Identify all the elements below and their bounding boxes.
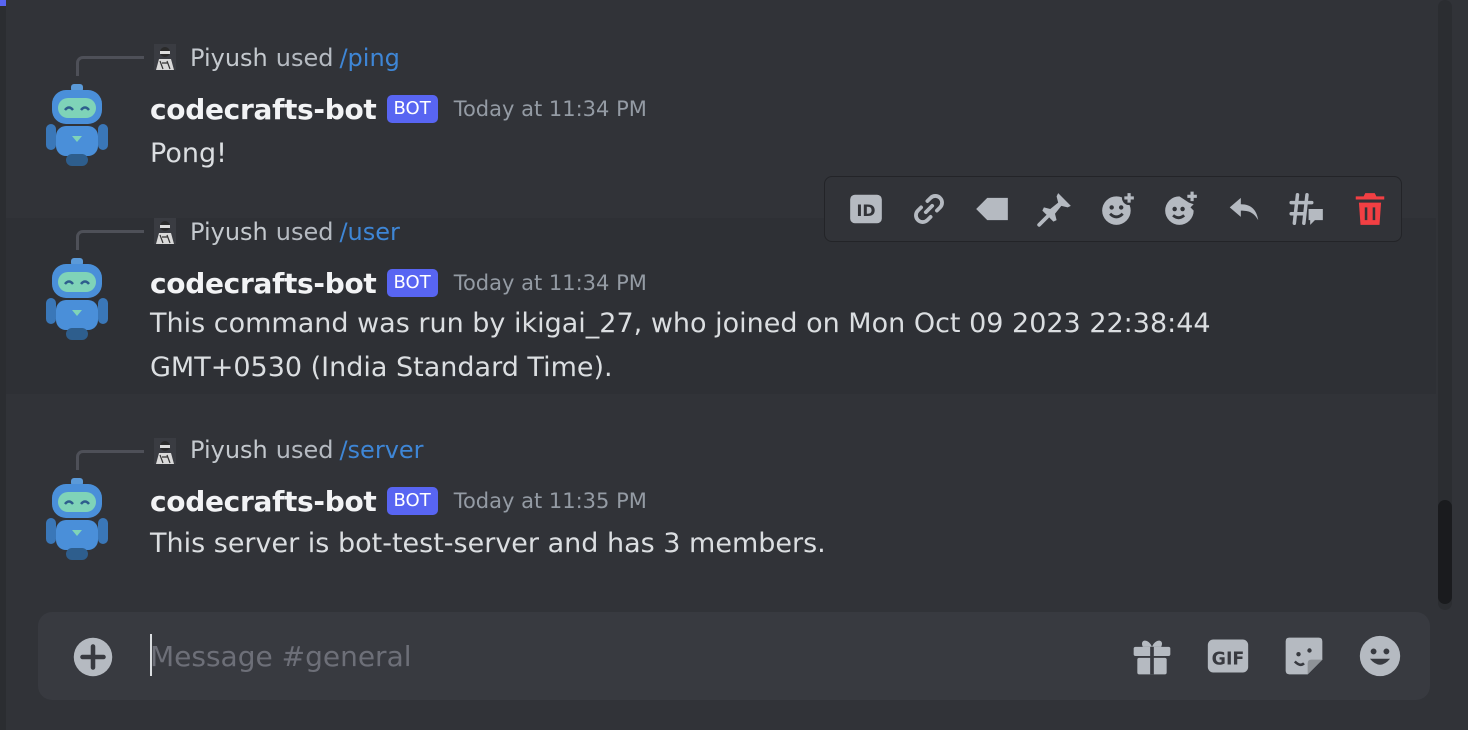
message-timestamp[interactable]: Today at 11:35 PM <box>454 489 647 513</box>
author-name[interactable]: codecrafts-bot <box>150 93 377 126</box>
reply-username[interactable]: Piyush <box>190 436 268 464</box>
slash-command[interactable]: /server <box>339 436 423 464</box>
message-timestamp[interactable]: Today at 11:34 PM <box>454 271 647 295</box>
message-composer: GIF <box>38 612 1430 700</box>
gift-icon <box>1133 640 1171 675</box>
message-item[interactable]: Piyush used/server codecrafts-bot BOT Tod… <box>6 394 1436 604</box>
user-avatar-icon[interactable] <box>154 218 176 244</box>
slash-command[interactable]: /user <box>339 218 399 246</box>
svg-text:GIF: GIF <box>1212 649 1245 669</box>
emoji-icon <box>1359 635 1401 677</box>
create-thread-button[interactable] <box>1275 177 1338 241</box>
message-timestamp[interactable]: Today at 11:34 PM <box>454 97 647 121</box>
message-action-bar: ID <box>824 176 1402 242</box>
mark-unread-icon <box>976 197 1009 221</box>
reply-verb: used <box>275 436 334 464</box>
bot-badge: BOT <box>386 269 438 297</box>
svg-text:ID: ID <box>857 201 876 220</box>
reply-spine <box>76 230 144 250</box>
reply-context[interactable]: Piyush used/server <box>190 434 424 466</box>
delete-message-button[interactable] <box>1338 177 1401 241</box>
message-content: This command was run by ikigai_27, who j… <box>150 308 1211 383</box>
bot-avatar-icon[interactable] <box>44 478 110 562</box>
bot-badge: BOT <box>386 95 438 123</box>
message-header: codecrafts-bot BOT Today at 11:34 PM <box>150 90 647 128</box>
reply-button[interactable] <box>1212 177 1275 241</box>
delete-icon <box>1355 193 1384 225</box>
mark-unread-button[interactable] <box>961 177 1024 241</box>
copy-id-button[interactable]: ID <box>835 177 898 241</box>
composer-tools: GIF <box>1100 632 1404 680</box>
reply-icon <box>1229 197 1259 221</box>
super-reaction-icon <box>1165 191 1197 225</box>
pin-icon <box>1037 193 1071 227</box>
copy-id-icon: ID <box>850 194 883 224</box>
bot-avatar-icon[interactable] <box>44 84 110 168</box>
copy-link-button[interactable] <box>898 177 961 241</box>
message-input[interactable] <box>150 632 1050 680</box>
message-item[interactable]: Piyush used/user codecrafts-bot BOT Today… <box>6 218 1436 394</box>
message-header: codecrafts-bot BOT Today at 11:34 PM <box>150 264 647 302</box>
gift-button[interactable] <box>1128 632 1176 680</box>
chat-window: Piyush used/ping codecrafts-bot BOT Today… <box>0 0 1468 730</box>
super-reaction-button[interactable] <box>1149 177 1212 241</box>
sticker-icon <box>1285 637 1323 675</box>
reply-username[interactable]: Piyush <box>190 218 268 246</box>
add-reaction-icon <box>1102 190 1137 225</box>
slash-command[interactable]: /ping <box>339 44 399 72</box>
author-name[interactable]: codecrafts-bot <box>150 485 377 518</box>
reply-spine <box>76 450 144 470</box>
sticker-button[interactable] <box>1280 632 1328 680</box>
text-caret <box>150 634 152 676</box>
pin-message-button[interactable] <box>1024 177 1087 241</box>
user-avatar-icon[interactable] <box>154 44 176 70</box>
create-thread-icon <box>1289 193 1323 225</box>
emoji-button[interactable] <box>1356 632 1404 680</box>
author-name[interactable]: codecrafts-bot <box>150 267 377 300</box>
gif-button[interactable]: GIF <box>1204 632 1252 680</box>
copy-link-icon <box>914 194 945 224</box>
gif-icon: GIF <box>1207 639 1249 673</box>
user-avatar-icon[interactable] <box>154 438 176 464</box>
message-content: Pong! <box>150 138 227 169</box>
reply-context[interactable]: Piyush used/ping <box>190 42 400 74</box>
message-item[interactable]: Piyush used/ping codecrafts-bot BOT Today… <box>6 0 1436 174</box>
upload-plus-icon[interactable] <box>72 636 114 678</box>
bot-badge: BOT <box>386 487 438 515</box>
reply-context[interactable]: Piyush used/user <box>190 216 400 248</box>
reply-spine <box>76 56 144 76</box>
reply-verb: used <box>275 218 334 246</box>
message-content: This server is bot-test-server and has 3… <box>150 528 826 559</box>
message-header: codecrafts-bot BOT Today at 11:35 PM <box>150 482 647 520</box>
scrollbar-thumb[interactable] <box>1438 500 1452 604</box>
reply-verb: used <box>275 44 334 72</box>
add-reaction-button[interactable] <box>1087 177 1150 241</box>
reply-username[interactable]: Piyush <box>190 44 268 72</box>
bot-avatar-icon[interactable] <box>44 258 110 342</box>
